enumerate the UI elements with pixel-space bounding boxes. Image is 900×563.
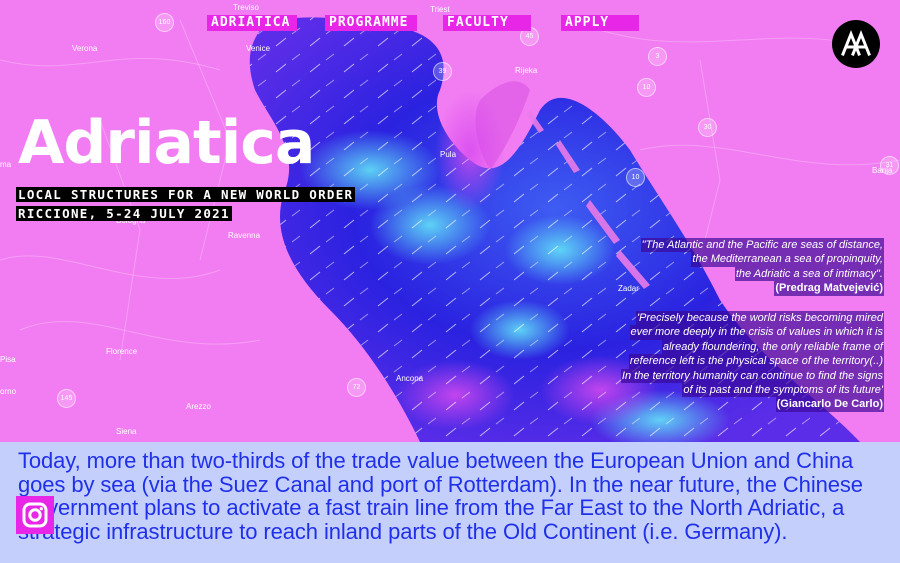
quote-author: (Giancarlo De Carlo) [775, 397, 884, 412]
map-label: Pula [440, 150, 457, 159]
map-label: Florence [106, 347, 138, 356]
hero-dates: RICCIONE, 5-24 JULY 2021 [16, 206, 232, 221]
nav-apply[interactable]: APPLY [561, 15, 639, 31]
quote-line: the Adriatic a sea of intimacy". [734, 266, 884, 282]
quote-line: 'Precisely because the world risks becom… [635, 311, 884, 326]
road-number-marker: 10 [626, 168, 645, 187]
road-number-marker: 39 [433, 62, 452, 81]
map-label: Zadar [618, 284, 639, 293]
quote-line: ever more deeply in the crisis of values… [629, 325, 884, 340]
map-label: Ravenna [228, 231, 261, 240]
instagram-icon[interactable] [16, 496, 54, 534]
nav-faculty[interactable]: FACULTY [443, 15, 531, 31]
map-label: Treviso [233, 3, 259, 12]
quote-author: (Predrag Matvejević) [774, 281, 884, 296]
hero-subtitle: LOCAL STRUCTURES FOR A NEW WORLD ORDER [16, 187, 356, 202]
road-number-marker: 10 [637, 78, 656, 97]
map-label: Rijeka [515, 66, 538, 75]
map-label: Verona [72, 44, 98, 53]
quote-line: of its past and the symptoms of its futu… [682, 383, 884, 398]
quote-line: already floundering, the only reliable f… [661, 339, 884, 355]
road-number-marker: 30 [698, 118, 717, 137]
quote-matvejevic: "The Atlantic and the Pacific are seas o… [640, 238, 884, 296]
intro-paragraph: Today, more than two-thirds of the trade… [18, 448, 863, 544]
nav-adriatica[interactable]: ADRIATICA [207, 15, 297, 31]
aa-logo-icon[interactable] [832, 20, 880, 68]
map-label: Arezzo [186, 402, 211, 411]
map-label: Triest [430, 5, 450, 14]
hero-map-section: Treviso Verona Venice Triest Rijeka Pula… [0, 0, 900, 442]
road-number-marker: 3 [648, 47, 667, 66]
page-title: Adriatica [18, 108, 315, 178]
road-number-marker: 160 [155, 13, 174, 32]
quote-line: In the territory humanity can continue t… [620, 368, 884, 384]
map-label: Siena [116, 427, 137, 436]
quote-de-carlo: 'Precisely because the world risks becom… [620, 311, 884, 412]
map-label: orno [0, 387, 17, 396]
road-number-marker: 31 [880, 156, 899, 175]
quote-line: reference left is the physical space of … [628, 354, 884, 369]
aa-logo-glyph [841, 29, 871, 56]
road-number-marker: 145 [57, 389, 76, 408]
quote-line: the Mediterranean a sea of propinquity, [691, 252, 884, 267]
map-label: Pisa [0, 355, 16, 364]
instagram-glyph [22, 502, 48, 528]
map-label: Ancona [396, 374, 424, 383]
map-label: ma [0, 160, 12, 169]
nav-programme[interactable]: PROGRAMME [325, 15, 417, 31]
map-label: Venice [246, 44, 271, 53]
road-number-marker: 72 [347, 378, 366, 397]
quote-line: "The Atlantic and the Pacific are seas o… [640, 238, 884, 253]
